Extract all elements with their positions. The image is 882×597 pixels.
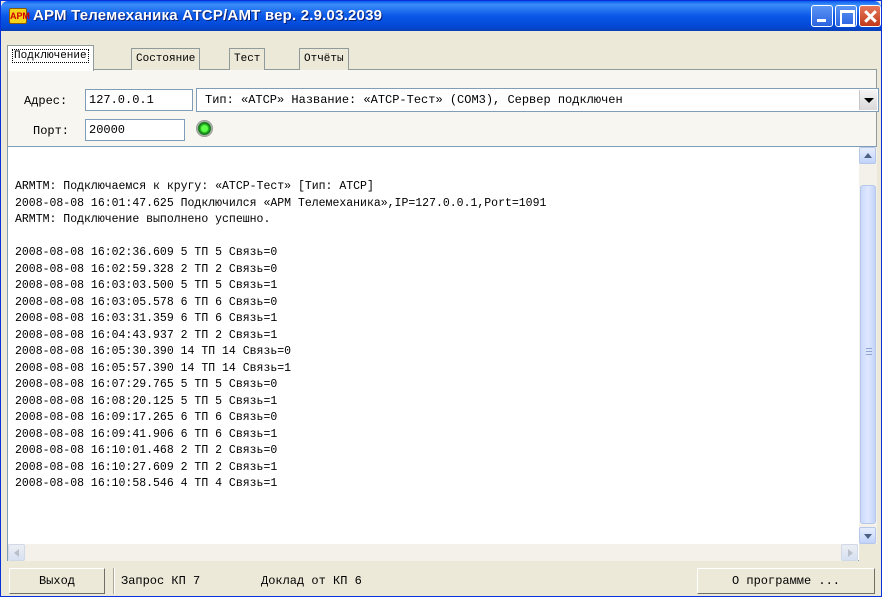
- scroll-corner: [859, 544, 877, 561]
- server-select[interactable]: Тип: «АТСР» Название: «АТСР-Тест» (COM3)…: [196, 88, 879, 112]
- log-line: 2008-08-08 16:03:31.359 6 ТП 6 Связь=1: [15, 312, 278, 325]
- log-line: 2008-08-08 16:02:59.328 2 ТП 2 Связь=0: [15, 262, 278, 276]
- tab-test[interactable]: Тест: [229, 48, 266, 70]
- log-line: 2008-08-08 16:04:43.937 2 ТП 2 Связь=1: [15, 328, 278, 342]
- log-line: 2008-08-08 16:10:01.468 2 ТП 2 Связь=0: [15, 444, 278, 457]
- report-status: Доклад от КП 6: [261, 574, 362, 588]
- tab-connection[interactable]: Подключение: [7, 45, 94, 71]
- log-line: 2008-08-08 16:02:36.609 5 ТП 5 Связь=0: [15, 246, 278, 259]
- tab-reports[interactable]: Отчёты: [299, 48, 349, 70]
- about-button[interactable]: О программе ...: [697, 568, 875, 594]
- exit-button[interactable]: Выход: [9, 568, 105, 594]
- connection-status-led-icon: [196, 120, 213, 137]
- log-line: 2008-08-08 16:05:57.390 14 ТП 14 Связь=1: [15, 361, 292, 375]
- log-line: 2008-08-08 16:03:03.500 5 ТП 5 Связь=1: [15, 279, 278, 292]
- server-select-value: Тип: «АТСР» Название: «АТСР-Тест» (COM3)…: [205, 93, 623, 107]
- log-line: 2008-08-08 16:08:20.125 5 ТП 5 Связь=1: [15, 394, 278, 408]
- log-text: ARMTM: Подключаемся к кругу: «АТСР-Тест»…: [15, 179, 850, 539]
- log-line: 2008-08-08 16:05:30.390 14 ТП 14 Связь=0: [15, 345, 292, 358]
- request-status: Запрос КП 7: [121, 574, 201, 588]
- log-line: 2008-08-08 16:01:47.625 Подключился «АРМ…: [15, 196, 547, 210]
- scroll-down-icon[interactable]: [859, 527, 876, 544]
- address-label: Адрес:: [24, 94, 68, 108]
- main-window: АРМ АРМ Телемеханика АТСР/АМТ вер. 2.9.0…: [0, 0, 882, 597]
- log-line: 2008-08-08 16:09:41.906 6 ТП 6 Связь=1: [15, 427, 278, 441]
- address-input[interactable]: 127.0.0.1: [85, 89, 193, 111]
- scroll-thumb[interactable]: [860, 185, 876, 524]
- log-line: ARMTM: Подключение выполнено успешно.: [15, 213, 271, 226]
- title-bar[interactable]: АРМ АРМ Телемеханика АТСР/АМТ вер. 2.9.0…: [1, 1, 881, 31]
- chevron-down-icon[interactable]: [859, 90, 877, 110]
- close-button[interactable]: [859, 5, 881, 27]
- log-line: 2008-08-08 16:10:27.609 2 ТП 2 Связь=1: [15, 460, 278, 474]
- log-line: 2008-08-08 16:03:05.578 6 ТП 6 Связь=0: [15, 295, 278, 309]
- app-logo-icon: АРМ: [9, 8, 30, 24]
- log-line: ARMTM: Подключаемся к кругу: «АТСР-Тест»…: [15, 180, 374, 193]
- port-label: Порт:: [33, 124, 70, 138]
- scroll-left-icon[interactable]: [8, 544, 25, 561]
- log-line: 2008-08-08 16:10:58.546 4 ТП 4 Связь=1: [15, 477, 278, 490]
- log-line: 2008-08-08 16:07:29.765 5 ТП 5 Связь=0: [15, 378, 278, 391]
- status-divider: [113, 568, 115, 594]
- grip-icon: [866, 348, 872, 356]
- window-title: АРМ Телемеханика АТСР/АМТ вер. 2.9.03.20…: [33, 7, 383, 24]
- log-line: 2008-08-08 16:09:17.265 6 ТП 6 Связь=0: [15, 411, 278, 424]
- status-bar: Выход Запрос КП 7 Доклад от КП 6 О прогр…: [7, 567, 877, 595]
- log-vertical-scrollbar[interactable]: [859, 147, 877, 545]
- port-input[interactable]: 20000: [85, 119, 185, 141]
- log-horizontal-scrollbar[interactable]: [8, 544, 858, 561]
- maximize-button[interactable]: [835, 5, 857, 27]
- minimize-button[interactable]: [811, 5, 833, 27]
- scroll-right-icon[interactable]: [841, 544, 858, 561]
- scroll-up-icon[interactable]: [859, 147, 876, 164]
- tab-state[interactable]: Состояние: [131, 48, 201, 70]
